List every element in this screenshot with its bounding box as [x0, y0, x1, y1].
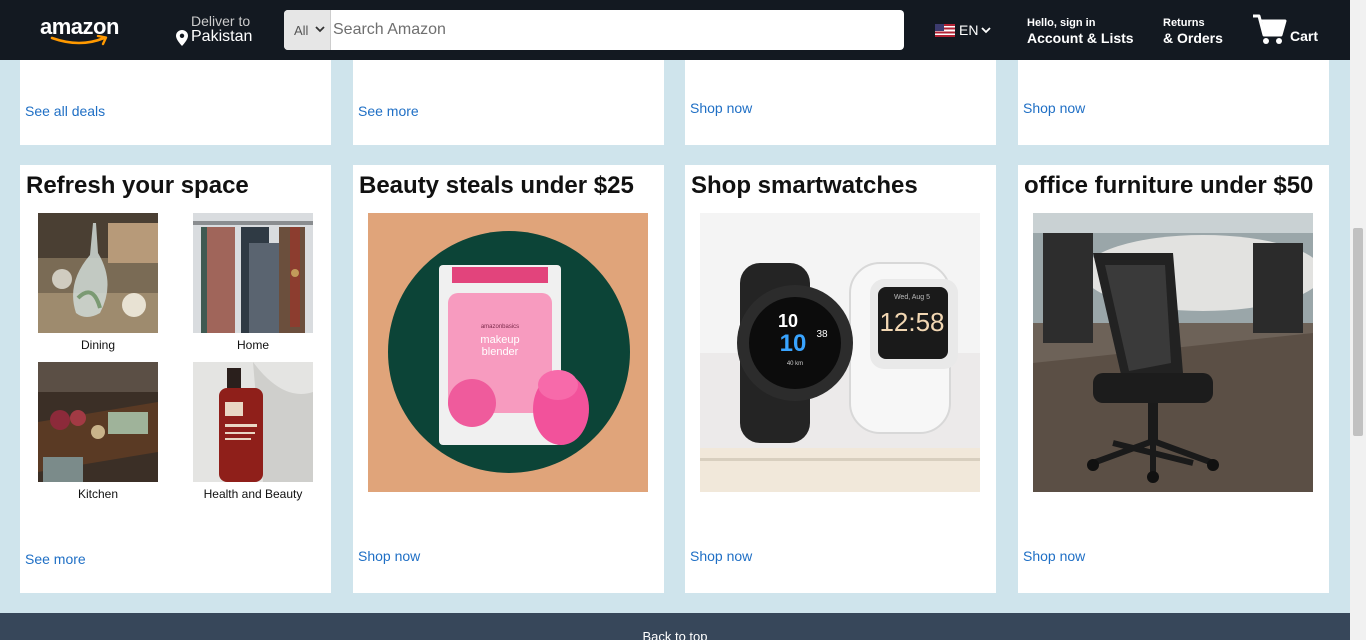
back-to-top-bar[interactable]: Back to top — [0, 613, 1350, 640]
search-input[interactable] — [331, 10, 845, 50]
shop-now-link[interactable]: Shop now — [1023, 548, 1085, 564]
home-image — [193, 213, 313, 333]
card-title: Shop smartwatches — [691, 172, 918, 199]
amazon-logo[interactable]: amazon — [40, 14, 124, 48]
shop-now-link[interactable]: Shop now — [358, 548, 420, 564]
returns-orders[interactable]: Returns & Orders — [1163, 17, 1223, 46]
smartwatch-image[interactable]: Wed, Aug 5 12:58 10 10 38 40 km — [700, 213, 980, 492]
card-top-2: See more — [353, 60, 664, 145]
orders-label: & Orders — [1163, 30, 1223, 46]
tile-home[interactable]: Home — [193, 213, 313, 352]
account-greeting: Hello, sign in — [1027, 17, 1096, 29]
card-title: Refresh your space — [26, 172, 249, 199]
shop-now-link[interactable]: Shop now — [1023, 100, 1085, 116]
card-top-4: Shop now — [1018, 60, 1329, 145]
package-product-line2: blender — [482, 346, 519, 358]
shop-now-link[interactable]: Shop now — [690, 100, 752, 116]
language-selector[interactable]: EN — [935, 22, 992, 38]
account-menu[interactable]: Hello, sign in Account & Lists — [1027, 17, 1134, 46]
page-scrollbar[interactable] — [1350, 0, 1366, 640]
see-more-link[interactable]: See more — [25, 551, 86, 567]
see-all-deals-link[interactable]: See all deals — [25, 103, 105, 119]
tile-kitchen[interactable]: Kitchen — [38, 362, 158, 501]
shop-now-link[interactable]: Shop now — [690, 548, 752, 564]
package-product-line1: makeup — [480, 334, 519, 346]
see-more-link[interactable]: See more — [358, 103, 419, 119]
account-lists-label: Account & Lists — [1027, 30, 1134, 46]
tile-health-beauty[interactable]: Health and Beauty — [193, 362, 313, 501]
cart-icon — [1253, 14, 1287, 44]
language-label: EN — [959, 22, 979, 38]
package-brand-text: amazonbasics — [481, 324, 519, 330]
search-category-select[interactable]: All — [284, 10, 331, 50]
returns-label: Returns — [1163, 17, 1205, 29]
tile-label: Kitchen — [77, 487, 119, 501]
card-top-3: Shop now — [685, 60, 996, 145]
back-to-top-label: Back to top — [642, 629, 708, 640]
tile-dining[interactable]: Dining — [38, 213, 158, 352]
card-title: Beauty steals under $25 — [359, 172, 634, 199]
watch-sub-text: 40 km — [787, 361, 803, 367]
deliver-country: Pakistan — [191, 28, 253, 45]
tile-label: Health and Beauty — [203, 487, 303, 501]
card-deals: See all deals — [20, 60, 331, 145]
cart-button[interactable]: Cart — [1252, 13, 1318, 52]
card-beauty-steals: Beauty steals under $25 amazonbasics mak… — [353, 165, 664, 593]
chevron-down-icon — [981, 27, 992, 34]
tile-label: Home — [236, 338, 269, 352]
beauty-product-image[interactable]: amazonbasics makeup blender — [368, 213, 648, 492]
logo-smile-icon — [50, 35, 108, 46]
search-category-label: All — [294, 22, 309, 38]
office-chair-image[interactable] — [1033, 213, 1313, 492]
watch-time-text: 12:58 — [879, 307, 944, 337]
card-office-furniture: office furniture under $50 Shop now — [1018, 165, 1329, 593]
kitchen-image — [38, 362, 158, 482]
card-refresh-your-space: Refresh your space Dining Home Kitchen H… — [20, 165, 331, 593]
us-flag-icon — [935, 23, 955, 37]
watch-hour-text: 10 — [778, 311, 798, 331]
watch-second-text: 38 — [816, 329, 828, 340]
nav-header: amazon Deliver to Pakistan All Search Am… — [0, 0, 1350, 60]
watch-minute-text: 10 — [780, 330, 807, 357]
cart-label: Cart — [1290, 28, 1319, 44]
deliver-label: Deliver to — [191, 13, 251, 29]
health-beauty-image — [193, 362, 313, 482]
watch-date-text: Wed, Aug 5 — [894, 294, 930, 301]
dining-image — [38, 213, 158, 333]
chevron-down-icon — [315, 26, 325, 33]
card-smartwatches: Shop smartwatches Wed, Aug 5 12:58 10 10… — [685, 165, 996, 593]
search-bar: All — [284, 10, 904, 50]
tile-label: Dining — [80, 338, 116, 352]
card-title: office furniture under $50 — [1024, 172, 1314, 199]
scrollbar-thumb[interactable] — [1353, 228, 1363, 436]
location-pin-icon — [176, 30, 188, 46]
